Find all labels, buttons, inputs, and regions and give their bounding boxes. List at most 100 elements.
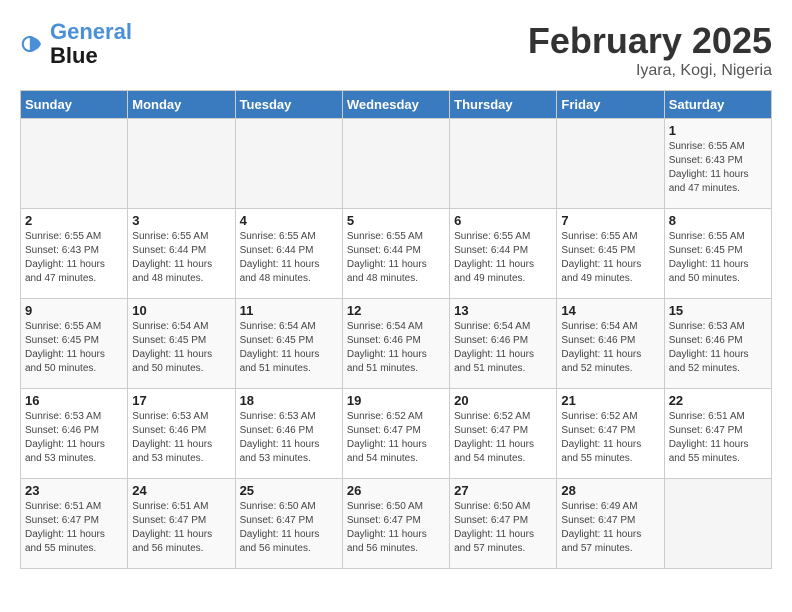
day-number: 8 bbox=[669, 213, 767, 228]
calendar-cell bbox=[664, 479, 771, 569]
day-number: 4 bbox=[240, 213, 338, 228]
day-info: Sunrise: 6:53 AM Sunset: 6:46 PM Dayligh… bbox=[25, 410, 123, 466]
day-info: Sunrise: 6:50 AM Sunset: 6:47 PM Dayligh… bbox=[454, 500, 552, 556]
calendar-cell: 15 Sunrise: 6:53 AM Sunset: 6:46 PM Dayli… bbox=[664, 299, 771, 389]
day-info: Sunrise: 6:55 AM Sunset: 6:44 PM Dayligh… bbox=[347, 230, 445, 286]
day-number: 20 bbox=[454, 393, 552, 408]
calendar-cell: 4 Sunrise: 6:55 AM Sunset: 6:44 PM Daylig… bbox=[235, 209, 342, 299]
day-info: Sunrise: 6:55 AM Sunset: 6:43 PM Dayligh… bbox=[25, 230, 123, 286]
day-info: Sunrise: 6:53 AM Sunset: 6:46 PM Dayligh… bbox=[240, 410, 338, 466]
day-info: Sunrise: 6:55 AM Sunset: 6:45 PM Dayligh… bbox=[561, 230, 659, 286]
day-number: 12 bbox=[347, 303, 445, 318]
calendar-cell: 13 Sunrise: 6:54 AM Sunset: 6:46 PM Dayli… bbox=[450, 299, 557, 389]
day-number: 26 bbox=[347, 483, 445, 498]
calendar-cell: 23 Sunrise: 6:51 AM Sunset: 6:47 PM Dayli… bbox=[21, 479, 128, 569]
day-number: 13 bbox=[454, 303, 552, 318]
day-info: Sunrise: 6:53 AM Sunset: 6:46 PM Dayligh… bbox=[669, 320, 767, 376]
calendar-cell: 22 Sunrise: 6:51 AM Sunset: 6:47 PM Dayli… bbox=[664, 389, 771, 479]
calendar-cell: 25 Sunrise: 6:50 AM Sunset: 6:47 PM Dayli… bbox=[235, 479, 342, 569]
day-number: 6 bbox=[454, 213, 552, 228]
calendar-cell bbox=[557, 119, 664, 209]
calendar-cell: 20 Sunrise: 6:52 AM Sunset: 6:47 PM Dayli… bbox=[450, 389, 557, 479]
day-info: Sunrise: 6:55 AM Sunset: 6:43 PM Dayligh… bbox=[669, 140, 767, 196]
calendar-cell: 9Sunrise: 6:55 AM Sunset: 6:45 PM Daylig… bbox=[21, 299, 128, 389]
day-number: 27 bbox=[454, 483, 552, 498]
calendar-cell: 17 Sunrise: 6:53 AM Sunset: 6:46 PM Dayli… bbox=[128, 389, 235, 479]
calendar-cell: 2Sunrise: 6:55 AM Sunset: 6:43 PM Daylig… bbox=[21, 209, 128, 299]
calendar-cell: 19 Sunrise: 6:52 AM Sunset: 6:47 PM Dayli… bbox=[342, 389, 449, 479]
day-number: 22 bbox=[669, 393, 767, 408]
day-info: Sunrise: 6:55 AM Sunset: 6:45 PM Dayligh… bbox=[669, 230, 767, 286]
logo-icon bbox=[20, 30, 48, 58]
calendar-cell: 1 Sunrise: 6:55 AM Sunset: 6:43 PM Daylig… bbox=[664, 119, 771, 209]
day-info: Sunrise: 6:54 AM Sunset: 6:46 PM Dayligh… bbox=[454, 320, 552, 376]
calendar-week-row: 2Sunrise: 6:55 AM Sunset: 6:43 PM Daylig… bbox=[21, 209, 772, 299]
page-header: GeneralBlue February 2025 Iyara, Kogi, N… bbox=[20, 20, 772, 80]
day-number: 24 bbox=[132, 483, 230, 498]
day-number: 1 bbox=[669, 123, 767, 138]
calendar-cell: 10 Sunrise: 6:54 AM Sunset: 6:45 PM Dayli… bbox=[128, 299, 235, 389]
day-number: 5 bbox=[347, 213, 445, 228]
weekday-header-monday: Monday bbox=[128, 91, 235, 119]
day-info: Sunrise: 6:52 AM Sunset: 6:47 PM Dayligh… bbox=[561, 410, 659, 466]
calendar-subtitle: Iyara, Kogi, Nigeria bbox=[528, 62, 772, 80]
day-number: 25 bbox=[240, 483, 338, 498]
day-info: Sunrise: 6:53 AM Sunset: 6:46 PM Dayligh… bbox=[132, 410, 230, 466]
day-number: 7 bbox=[561, 213, 659, 228]
day-info: Sunrise: 6:49 AM Sunset: 6:47 PM Dayligh… bbox=[561, 500, 659, 556]
weekday-header-sunday: Sunday bbox=[21, 91, 128, 119]
day-info: Sunrise: 6:50 AM Sunset: 6:47 PM Dayligh… bbox=[240, 500, 338, 556]
day-number: 18 bbox=[240, 393, 338, 408]
day-number: 28 bbox=[561, 483, 659, 498]
day-info: Sunrise: 6:52 AM Sunset: 6:47 PM Dayligh… bbox=[347, 410, 445, 466]
day-info: Sunrise: 6:55 AM Sunset: 6:44 PM Dayligh… bbox=[132, 230, 230, 286]
day-info: Sunrise: 6:54 AM Sunset: 6:45 PM Dayligh… bbox=[132, 320, 230, 376]
day-number: 15 bbox=[669, 303, 767, 318]
calendar-cell: 5 Sunrise: 6:55 AM Sunset: 6:44 PM Daylig… bbox=[342, 209, 449, 299]
day-number: 14 bbox=[561, 303, 659, 318]
day-info: Sunrise: 6:52 AM Sunset: 6:47 PM Dayligh… bbox=[454, 410, 552, 466]
day-info: Sunrise: 6:50 AM Sunset: 6:47 PM Dayligh… bbox=[347, 500, 445, 556]
day-info: Sunrise: 6:51 AM Sunset: 6:47 PM Dayligh… bbox=[25, 500, 123, 556]
day-number: 10 bbox=[132, 303, 230, 318]
day-number: 23 bbox=[25, 483, 123, 498]
weekday-header-wednesday: Wednesday bbox=[342, 91, 449, 119]
day-number: 17 bbox=[132, 393, 230, 408]
day-info: Sunrise: 6:51 AM Sunset: 6:47 PM Dayligh… bbox=[669, 410, 767, 466]
calendar-cell: 11 Sunrise: 6:54 AM Sunset: 6:45 PM Dayli… bbox=[235, 299, 342, 389]
weekday-header-tuesday: Tuesday bbox=[235, 91, 342, 119]
weekday-header-row: SundayMondayTuesdayWednesdayThursdayFrid… bbox=[21, 91, 772, 119]
calendar-cell: 24 Sunrise: 6:51 AM Sunset: 6:47 PM Dayli… bbox=[128, 479, 235, 569]
day-number: 9 bbox=[25, 303, 123, 318]
calendar-cell: 27 Sunrise: 6:50 AM Sunset: 6:47 PM Dayli… bbox=[450, 479, 557, 569]
calendar-cell: 6 Sunrise: 6:55 AM Sunset: 6:44 PM Daylig… bbox=[450, 209, 557, 299]
calendar-cell bbox=[450, 119, 557, 209]
calendar-cell: 3 Sunrise: 6:55 AM Sunset: 6:44 PM Daylig… bbox=[128, 209, 235, 299]
weekday-header-friday: Friday bbox=[557, 91, 664, 119]
calendar-cell: 21 Sunrise: 6:52 AM Sunset: 6:47 PM Dayli… bbox=[557, 389, 664, 479]
calendar-week-row: 16Sunrise: 6:53 AM Sunset: 6:46 PM Dayli… bbox=[21, 389, 772, 479]
weekday-header-saturday: Saturday bbox=[664, 91, 771, 119]
calendar-week-row: 1 Sunrise: 6:55 AM Sunset: 6:43 PM Daylig… bbox=[21, 119, 772, 209]
calendar-cell: 14 Sunrise: 6:54 AM Sunset: 6:46 PM Dayli… bbox=[557, 299, 664, 389]
day-number: 19 bbox=[347, 393, 445, 408]
calendar-table: SundayMondayTuesdayWednesdayThursdayFrid… bbox=[20, 90, 772, 569]
calendar-cell: 26 Sunrise: 6:50 AM Sunset: 6:47 PM Dayli… bbox=[342, 479, 449, 569]
day-info: Sunrise: 6:54 AM Sunset: 6:45 PM Dayligh… bbox=[240, 320, 338, 376]
title-section: February 2025 Iyara, Kogi, Nigeria bbox=[528, 20, 772, 80]
weekday-header-thursday: Thursday bbox=[450, 91, 557, 119]
day-number: 11 bbox=[240, 303, 338, 318]
calendar-cell bbox=[128, 119, 235, 209]
day-info: Sunrise: 6:51 AM Sunset: 6:47 PM Dayligh… bbox=[132, 500, 230, 556]
day-info: Sunrise: 6:54 AM Sunset: 6:46 PM Dayligh… bbox=[561, 320, 659, 376]
calendar-cell: 12Sunrise: 6:54 AM Sunset: 6:46 PM Dayli… bbox=[342, 299, 449, 389]
day-number: 3 bbox=[132, 213, 230, 228]
day-info: Sunrise: 6:55 AM Sunset: 6:44 PM Dayligh… bbox=[240, 230, 338, 286]
day-info: Sunrise: 6:55 AM Sunset: 6:44 PM Dayligh… bbox=[454, 230, 552, 286]
day-number: 21 bbox=[561, 393, 659, 408]
calendar-week-row: 23 Sunrise: 6:51 AM Sunset: 6:47 PM Dayli… bbox=[21, 479, 772, 569]
calendar-cell: 8 Sunrise: 6:55 AM Sunset: 6:45 PM Daylig… bbox=[664, 209, 771, 299]
logo-text: GeneralBlue bbox=[50, 20, 132, 68]
logo: GeneralBlue bbox=[20, 20, 132, 68]
calendar-cell: 7 Sunrise: 6:55 AM Sunset: 6:45 PM Daylig… bbox=[557, 209, 664, 299]
